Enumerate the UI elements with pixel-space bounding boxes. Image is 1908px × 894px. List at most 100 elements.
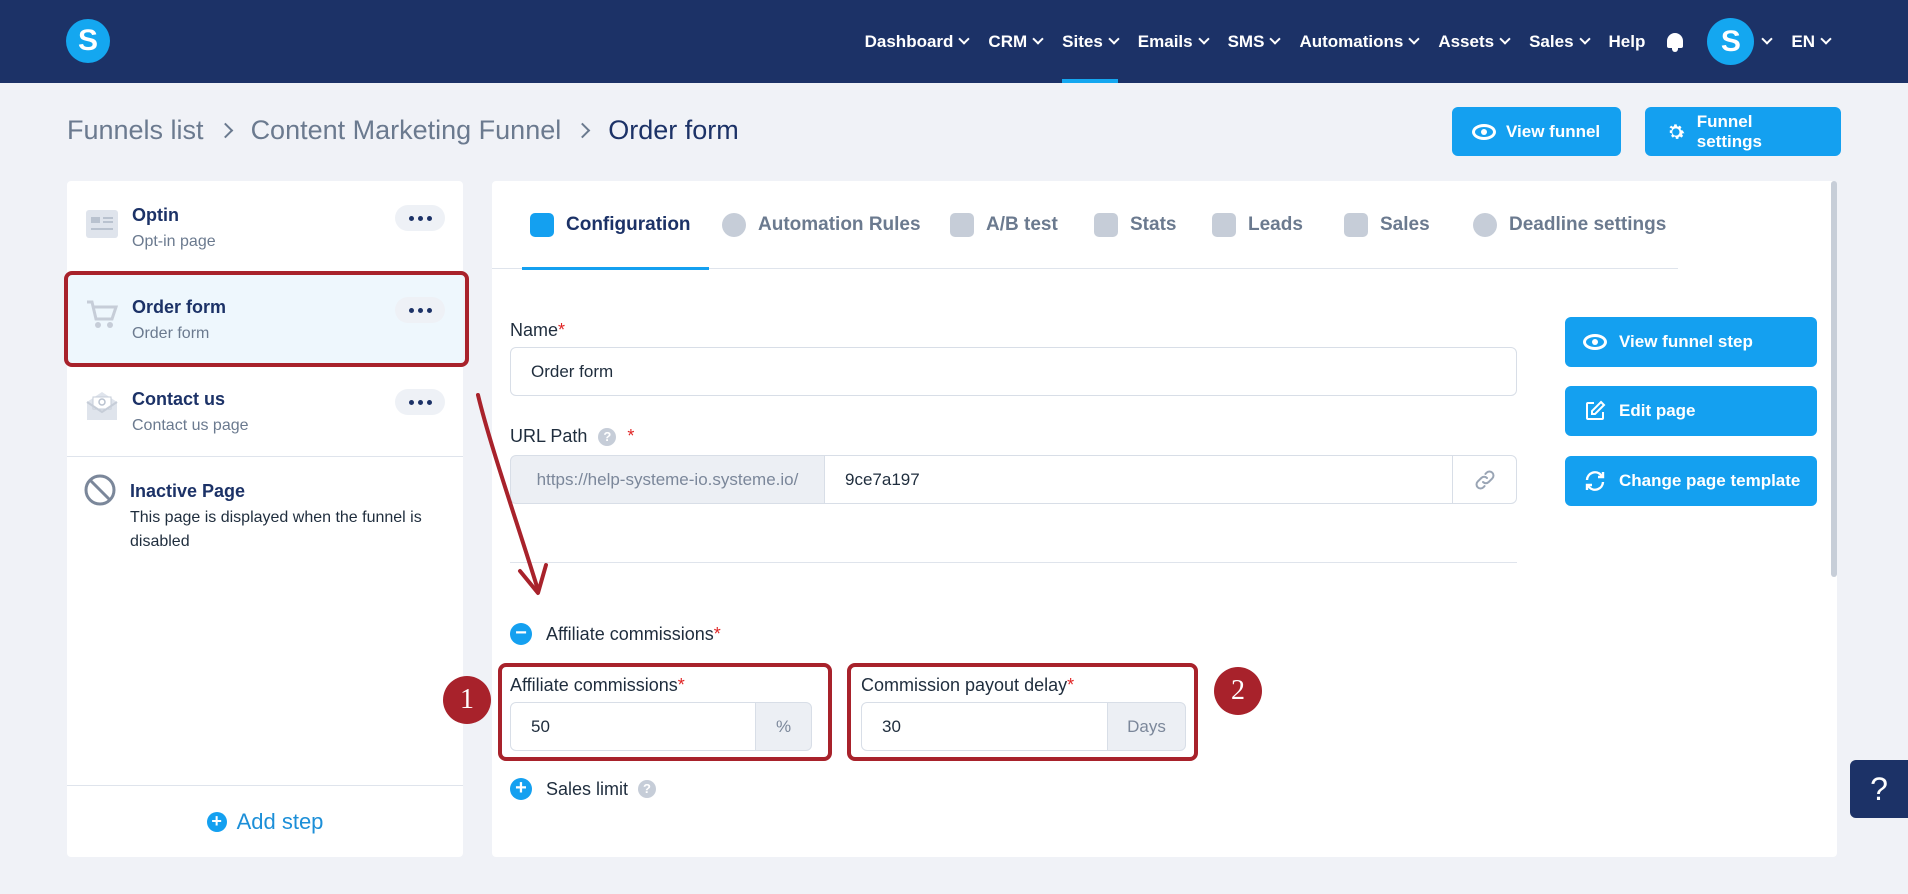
nav-sites[interactable]: Sites xyxy=(1052,0,1128,83)
url-path-input[interactable]: 9ce7a197 xyxy=(824,455,1453,504)
nav-label: Dashboard xyxy=(864,31,954,51)
nav-label: Sites xyxy=(1062,31,1103,51)
tab-sales[interactable]: Sales xyxy=(1344,181,1430,269)
affiliate-section-toggle[interactable]: − Affiliate commissions* xyxy=(510,623,721,645)
plus-icon: + xyxy=(510,778,532,800)
add-step-button[interactable]: + Add step xyxy=(67,785,463,857)
tab-stats[interactable]: Stats xyxy=(1094,181,1176,269)
language-label: EN xyxy=(1791,31,1815,51)
highlight-affiliate-commissions xyxy=(498,663,832,761)
breadcrumb-funnel[interactable]: Content Marketing Funnel xyxy=(251,115,562,146)
tab-label: Sales xyxy=(1380,214,1430,235)
chevron-down-icon xyxy=(1820,33,1832,45)
step-description: disabled xyxy=(130,533,190,550)
more-options-button[interactable] xyxy=(395,389,445,415)
step-inactive-page[interactable]: Inactive Page This page is displayed whe… xyxy=(67,459,463,569)
sales-limit-toggle[interactable]: + Sales limit ? xyxy=(510,778,657,800)
optin-page-icon xyxy=(86,210,118,238)
tab-automation-rules[interactable]: Automation Rules xyxy=(722,181,921,269)
nav-sms[interactable]: SMS xyxy=(1218,0,1290,83)
step-optin[interactable]: Optin Opt-in page xyxy=(67,181,463,271)
step-title: Inactive Page xyxy=(130,481,246,501)
nav-automations[interactable]: Automations xyxy=(1289,0,1428,83)
plus-icon: + xyxy=(206,811,227,832)
chevron-down-icon xyxy=(958,33,971,45)
step-subtitle: Contact us page xyxy=(132,417,249,434)
sliders-icon xyxy=(530,213,554,237)
lightning-icon xyxy=(722,213,746,237)
tab-ab-test[interactable]: A/B test xyxy=(950,181,1058,269)
user-menu[interactable]: S xyxy=(1695,0,1781,83)
disabled-icon xyxy=(84,474,116,506)
tab-bar: Configuration Automation Rules A/B test … xyxy=(492,181,1678,270)
nav-crm[interactable]: CRM xyxy=(978,0,1052,83)
required-mark: * xyxy=(627,426,635,446)
top-navbar: S Dashboard CRM Sites Emails SMS Automat… xyxy=(0,0,1908,83)
tab-deadline-settings[interactable]: Deadline settings xyxy=(1473,181,1666,269)
avatar: S xyxy=(1707,18,1755,65)
chevron-down-icon xyxy=(1499,33,1511,45)
name-value: Order form xyxy=(531,361,614,381)
annotation-arrow xyxy=(476,393,548,595)
help-widget-button[interactable]: ? xyxy=(1850,760,1908,818)
nav-label: Help xyxy=(1608,31,1646,51)
scrollbar[interactable] xyxy=(1831,181,1837,577)
nav-emails[interactable]: Emails xyxy=(1128,0,1218,83)
clock-icon xyxy=(1473,213,1497,237)
chevron-right-icon xyxy=(574,122,591,139)
name-input[interactable]: Order form xyxy=(510,347,1517,396)
required-mark: * xyxy=(558,320,566,340)
tab-label: Configuration xyxy=(566,214,691,235)
nav-help[interactable]: Help xyxy=(1599,0,1656,83)
step-title: Optin xyxy=(132,205,179,225)
highlight-payout-delay xyxy=(847,663,1198,761)
tab-configuration[interactable]: Configuration xyxy=(522,181,709,270)
edit-page-button[interactable]: Edit page xyxy=(1565,386,1817,436)
chevron-down-icon xyxy=(1197,33,1210,45)
help-icon[interactable]: ? xyxy=(638,780,657,798)
chevron-down-icon xyxy=(1761,33,1774,45)
edit-icon xyxy=(1586,400,1606,420)
help-icon[interactable]: ? xyxy=(598,428,617,447)
chevron-down-icon xyxy=(1032,33,1044,45)
breadcrumb-funnels-list[interactable]: Funnels list xyxy=(67,115,204,146)
tab-label: Leads xyxy=(1248,214,1303,235)
nav-label: CRM xyxy=(988,31,1028,51)
url-prefix-text: https://help-systeme-io.systeme.io/ xyxy=(536,469,799,489)
chevron-down-icon xyxy=(1269,33,1282,45)
tab-label: A/B test xyxy=(986,214,1058,235)
nav-assets[interactable]: Assets xyxy=(1428,0,1519,83)
view-funnel-button[interactable]: View funnel xyxy=(1452,107,1621,156)
more-options-button[interactable] xyxy=(395,205,445,231)
step-contact-us[interactable]: Contact us Contact us page xyxy=(67,365,463,457)
nav-dashboard[interactable]: Dashboard xyxy=(855,0,979,83)
sales-limit-label: Sales limit xyxy=(546,778,629,799)
nav-label: Emails xyxy=(1137,31,1193,51)
chevron-down-icon xyxy=(1578,33,1591,45)
chevron-down-icon xyxy=(1108,33,1120,45)
nav-label: Automations xyxy=(1299,31,1404,51)
change-page-template-button[interactable]: Change page template xyxy=(1565,456,1817,506)
required-mark: * xyxy=(713,623,721,644)
breadcrumb: Funnels list Content Marketing Funnel Or… xyxy=(67,115,739,146)
view-funnel-step-button[interactable]: View funnel step xyxy=(1565,317,1817,367)
change-page-template-label: Change page template xyxy=(1619,471,1801,490)
edit-page-label: Edit page xyxy=(1619,401,1696,420)
tab-label: Deadline settings xyxy=(1509,214,1667,235)
main-nav: Dashboard CRM Sites Emails SMS Automatio… xyxy=(855,0,1840,83)
tab-label: Stats xyxy=(1130,214,1177,235)
language-selector[interactable]: EN xyxy=(1781,0,1840,83)
bar-chart-icon xyxy=(1094,213,1118,237)
copy-link-button[interactable] xyxy=(1452,455,1517,504)
tab-leads[interactable]: Leads xyxy=(1212,181,1303,269)
bell-icon[interactable] xyxy=(1665,31,1685,53)
eye-icon xyxy=(1583,334,1607,350)
step-title: Contact us xyxy=(132,389,226,409)
funnel-settings-button[interactable]: Funnel settings xyxy=(1645,107,1841,156)
nav-label: SMS xyxy=(1227,31,1265,51)
systeme-logo[interactable]: S xyxy=(66,19,110,63)
view-funnel-step-label: View funnel step xyxy=(1619,332,1753,351)
dollar-icon xyxy=(1344,213,1368,237)
nav-sales[interactable]: Sales xyxy=(1519,0,1598,83)
add-step-label: Add step xyxy=(236,808,324,834)
